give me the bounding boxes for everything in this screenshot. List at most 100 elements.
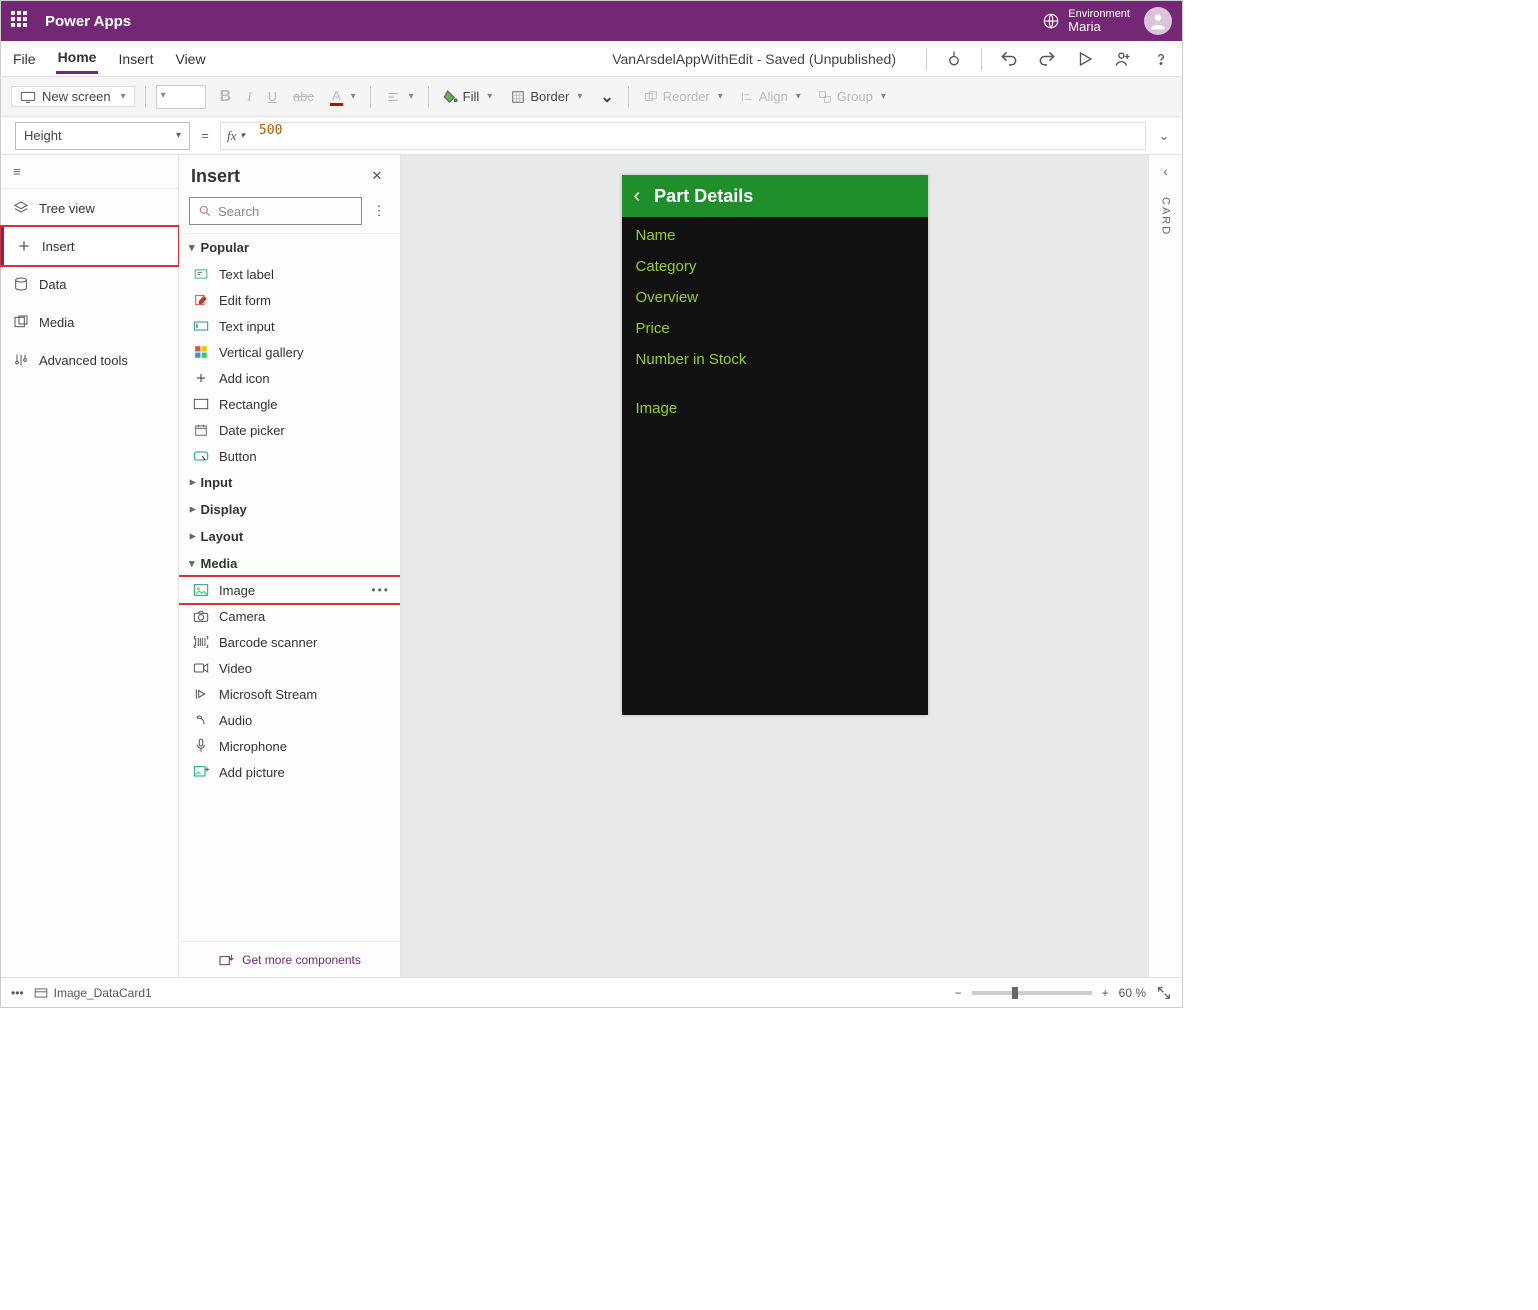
- back-icon[interactable]: ‹: [634, 185, 641, 208]
- card-icon: [34, 987, 48, 999]
- insert-item-camera[interactable]: Camera: [179, 603, 400, 629]
- zoom-in-button[interactable]: +: [1102, 986, 1109, 1000]
- search-input[interactable]: Search: [189, 197, 362, 225]
- insert-item-text-input[interactable]: Text input: [179, 313, 400, 339]
- rail-item-data[interactable]: Data: [1, 265, 178, 303]
- font-size-dropdown[interactable]: [156, 85, 206, 109]
- environment-picker[interactable]: Environment Maria: [1042, 8, 1130, 34]
- undo-icon[interactable]: [998, 48, 1020, 70]
- image-icon: [193, 582, 209, 598]
- insert-item-audio[interactable]: Audio: [179, 707, 400, 733]
- avatar[interactable]: [1144, 7, 1172, 35]
- field-category: Category: [636, 258, 914, 275]
- canvas-header: ‹ Part Details: [622, 175, 928, 217]
- category-layout[interactable]: ▾Layout: [179, 523, 400, 550]
- waffle-icon[interactable]: [11, 11, 31, 31]
- border-button[interactable]: Border: [506, 87, 586, 106]
- formula-expand-icon[interactable]: ⌄: [1146, 128, 1182, 144]
- media-icon: [13, 314, 29, 330]
- group-button[interactable]: Group: [813, 87, 890, 106]
- underline-button[interactable]: U: [264, 87, 281, 106]
- category-input[interactable]: ▾Input: [179, 469, 400, 496]
- calendar-icon: [193, 422, 209, 438]
- canvas-area: ‹ Part Details Name Category Overview Pr…: [401, 155, 1148, 977]
- insert-item-barcode[interactable]: Barcode scanner: [179, 629, 400, 655]
- chevron-left-icon[interactable]: ‹: [1163, 163, 1168, 179]
- field-price: Price: [636, 320, 914, 337]
- formula-input[interactable]: 500: [251, 122, 1146, 150]
- font-color-button[interactable]: A: [326, 86, 360, 108]
- fill-button[interactable]: Fill: [439, 87, 497, 107]
- category-display[interactable]: ▾Display: [179, 496, 400, 523]
- canvas-body: Name Category Overview Price Number in S…: [622, 217, 928, 715]
- canvas[interactable]: ‹ Part Details Name Category Overview Pr…: [622, 175, 928, 715]
- audio-icon: [193, 712, 209, 728]
- main-area: ≡ Tree view Insert Data Media Advanced t…: [1, 155, 1182, 977]
- insert-item-microphone[interactable]: Microphone: [179, 733, 400, 759]
- doc-status: VanArsdelAppWithEdit - Saved (Unpublishe…: [612, 51, 896, 67]
- canvas-title: Part Details: [654, 186, 753, 207]
- item-more-icon[interactable]: •••: [371, 583, 390, 597]
- more-icon[interactable]: ⋮: [368, 200, 390, 222]
- rail-item-tree-view[interactable]: Tree view: [1, 189, 178, 227]
- insert-item-edit-form[interactable]: Edit form: [179, 287, 400, 313]
- insert-item-vertical-gallery[interactable]: Vertical gallery: [179, 339, 400, 365]
- menu-file[interactable]: File: [11, 45, 38, 73]
- plus-icon: [16, 238, 32, 254]
- share-icon[interactable]: [1112, 48, 1134, 70]
- property-dropdown[interactable]: Height ▾: [15, 122, 190, 150]
- fit-screen-icon[interactable]: [1156, 985, 1172, 1001]
- insert-item-image[interactable]: Image•••: [179, 577, 400, 603]
- menu-insert[interactable]: Insert: [116, 45, 155, 73]
- zoom-value: 60 %: [1119, 986, 1146, 1000]
- rectangle-icon: [193, 396, 209, 412]
- insert-item-rectangle[interactable]: Rectangle: [179, 391, 400, 417]
- editform-icon: [193, 292, 209, 308]
- align-button[interactable]: Align: [735, 87, 805, 106]
- fx-label[interactable]: fx ▾: [220, 122, 251, 150]
- ribbon: New screen B I U abc A Fill Border ⌄ Reo…: [1, 77, 1182, 117]
- rail-item-insert[interactable]: Insert: [1, 227, 178, 265]
- insert-item-button[interactable]: Button: [179, 443, 400, 469]
- insert-item-add-picture[interactable]: Add picture: [179, 759, 400, 785]
- italic-button[interactable]: I: [243, 87, 255, 107]
- category-popular[interactable]: ▾Popular: [179, 234, 400, 261]
- addpicture-icon: [193, 764, 209, 780]
- close-icon[interactable]: ✕: [366, 165, 388, 187]
- rail-item-media[interactable]: Media: [1, 303, 178, 341]
- bold-button[interactable]: B: [216, 86, 236, 108]
- get-more-components[interactable]: Get more components: [179, 941, 400, 977]
- breadcrumb[interactable]: Image_DataCard1: [34, 986, 152, 1000]
- app-checker-icon[interactable]: [943, 48, 965, 70]
- chevron-down-icon[interactable]: ⌄: [596, 85, 617, 109]
- zoom-slider[interactable]: [972, 991, 1092, 995]
- category-media[interactable]: ▾Media: [179, 550, 400, 577]
- menu-view[interactable]: View: [173, 45, 207, 73]
- camera-icon: [193, 608, 209, 624]
- rail-toggle-icon[interactable]: ≡: [1, 155, 178, 189]
- right-pane-collapsed[interactable]: ‹ CARD: [1148, 155, 1182, 977]
- rail-item-advanced-tools[interactable]: Advanced tools: [1, 341, 178, 379]
- insert-item-add-icon[interactable]: Add icon: [179, 365, 400, 391]
- help-icon[interactable]: [1150, 48, 1172, 70]
- play-icon[interactable]: [1074, 48, 1096, 70]
- strike-button[interactable]: abc: [289, 87, 318, 106]
- insert-panel: Insert ✕ Search ⋮ ▾Popular Text label Ed…: [179, 155, 401, 977]
- layers-icon: [13, 200, 29, 216]
- redo-icon[interactable]: [1036, 48, 1058, 70]
- zoom-out-button[interactable]: −: [955, 986, 962, 1000]
- align-text-button[interactable]: [381, 88, 418, 106]
- button-icon: [193, 448, 209, 464]
- insert-item-video[interactable]: Video: [179, 655, 400, 681]
- reorder-button[interactable]: Reorder: [639, 87, 727, 106]
- insert-item-text-label[interactable]: Text label: [179, 261, 400, 287]
- status-more-icon[interactable]: •••: [11, 986, 24, 1000]
- new-screen-button[interactable]: New screen: [11, 86, 135, 107]
- menu-home[interactable]: Home: [56, 43, 99, 74]
- insert-item-stream[interactable]: Microsoft Stream: [179, 681, 400, 707]
- field-image: Image: [636, 400, 914, 417]
- insert-item-date-picker[interactable]: Date picker: [179, 417, 400, 443]
- statusbar: ••• Image_DataCard1 − + 60 %: [1, 977, 1182, 1007]
- import-icon: [218, 953, 234, 967]
- plus-icon: [193, 370, 209, 386]
